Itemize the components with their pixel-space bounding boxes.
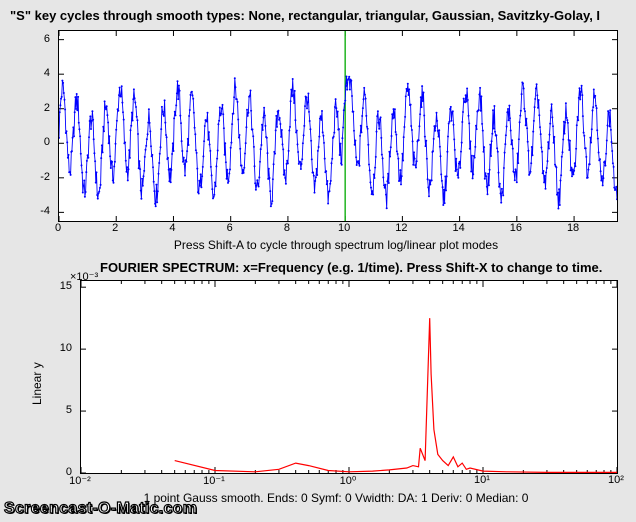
top-ytick-container: -4 -2 0 2 4 6 xyxy=(0,30,54,220)
top-chart-xlabel: Press Shift-A to cycle through spectrum … xyxy=(56,238,616,252)
top-xtick-container: 0 2 4 6 8 10 12 14 16 18 xyxy=(58,222,616,236)
watermark: Screencast-O-Matic.com xyxy=(4,500,197,518)
ytick-label: -2 xyxy=(40,171,50,183)
bottom-chart-plot xyxy=(81,281,617,473)
xtick-label: 10⁰ xyxy=(340,474,357,487)
xtick-label: 16 xyxy=(510,222,522,234)
ytick-label: 4 xyxy=(44,67,50,79)
ytick-label: 6 xyxy=(44,33,50,45)
xtick-label: 8 xyxy=(284,222,290,234)
top-chart-title: "S" key cycles through smooth types: Non… xyxy=(10,8,630,23)
matlab-figure: "S" key cycles through smooth types: Non… xyxy=(0,0,636,522)
xtick-label: 2 xyxy=(112,222,118,234)
xtick-label: 14 xyxy=(452,222,464,234)
top-chart-axes[interactable] xyxy=(58,30,618,222)
xtick-label: 6 xyxy=(227,222,233,234)
ytick-label: 0 xyxy=(44,136,50,148)
bottom-xtick-container: 10⁻²10⁻¹10⁰10¹10² xyxy=(80,474,616,488)
xtick-label: 10⁻¹ xyxy=(203,474,225,487)
ytick-label: -4 xyxy=(40,205,50,217)
bottom-ytick-container: 051015 xyxy=(0,280,76,472)
ytick-label: 15 xyxy=(60,280,72,292)
bottom-chart-axes[interactable] xyxy=(80,280,618,474)
xtick-label: 10¹ xyxy=(474,474,490,486)
xtick-label: 4 xyxy=(169,222,175,234)
xtick-label: 10² xyxy=(608,474,624,486)
xtick-label: 12 xyxy=(395,222,407,234)
bottom-chart-title: FOURIER SPECTRUM: x=Frequency (e.g. 1/ti… xyxy=(100,260,620,275)
ytick-label: 5 xyxy=(66,404,72,416)
ytick-label: 10 xyxy=(60,342,72,354)
top-chart-plot xyxy=(59,31,617,221)
xtick-label: 0 xyxy=(55,222,61,234)
xtick-label: 10 xyxy=(338,222,350,234)
xtick-label: 18 xyxy=(567,222,579,234)
ytick-label: 2 xyxy=(44,102,50,114)
xtick-label: 10⁻² xyxy=(69,474,91,487)
